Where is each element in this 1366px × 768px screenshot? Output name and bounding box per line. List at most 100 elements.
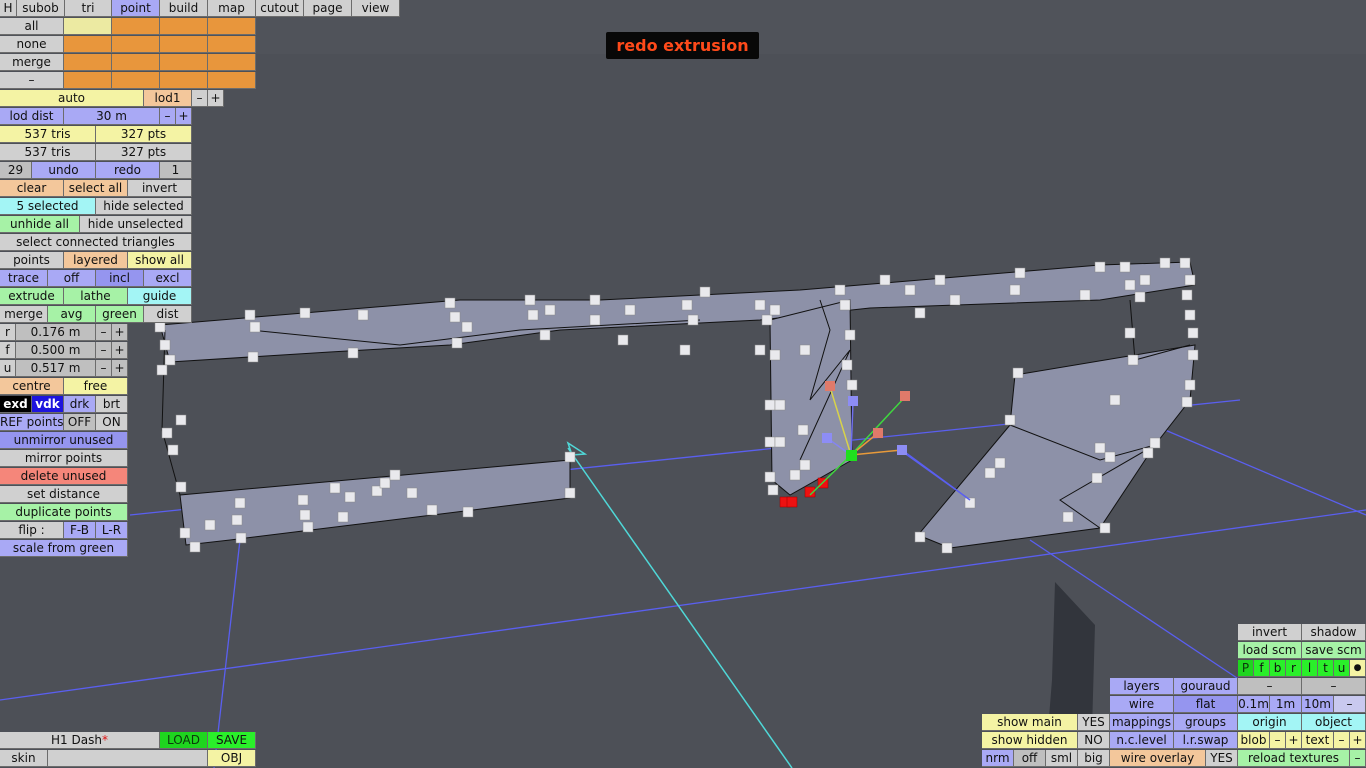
mode-drk-button[interactable]: drk (64, 396, 96, 413)
obj-button[interactable]: OBJ (208, 750, 256, 767)
view-b-button[interactable]: b (1270, 660, 1286, 677)
layer-cell[interactable] (208, 72, 256, 89)
layer-cell[interactable] (160, 18, 208, 35)
view-u-button[interactable]: u (1334, 660, 1350, 677)
lod-level[interactable]: lod1 (144, 90, 192, 107)
delete-unused-button[interactable]: delete unused (0, 468, 128, 485)
layer-cell[interactable] (160, 54, 208, 71)
wire-overlay-button[interactable]: wire overlay (1110, 750, 1206, 767)
trace-off-button[interactable]: off (48, 270, 96, 287)
load-button[interactable]: LOAD (160, 732, 208, 749)
nrm-button[interactable]: nrm (982, 750, 1014, 767)
invert-view-button[interactable]: invert (1238, 624, 1302, 641)
layers-button[interactable]: layers (1110, 678, 1174, 695)
layer-cell[interactable] (112, 18, 160, 35)
tab-tri[interactable]: tri (65, 0, 112, 17)
layer-cell[interactable] (64, 36, 112, 53)
select-all-row[interactable]: all (0, 18, 64, 35)
param-r-value[interactable]: 0.176 m (16, 324, 96, 341)
flip-fb-button[interactable]: F-B (64, 522, 96, 539)
tab-h[interactable]: H (0, 0, 17, 17)
unhide-all-button[interactable]: unhide all (0, 216, 80, 233)
mode-brt-button[interactable]: brt (96, 396, 128, 413)
text-minus-button[interactable]: – (1334, 732, 1350, 749)
show-all-button[interactable]: show all (128, 252, 192, 269)
blob-button[interactable]: blob (1238, 732, 1270, 749)
tab-page[interactable]: page (304, 0, 352, 17)
merge-green-button[interactable]: green (96, 306, 144, 323)
param-f-plus-button[interactable]: + (112, 342, 128, 359)
param-f-value[interactable]: 0.500 m (16, 342, 96, 359)
guide-button[interactable]: guide (128, 288, 192, 305)
layer-cell[interactable] (160, 36, 208, 53)
view-t-button[interactable]: t (1318, 660, 1334, 677)
mappings-button[interactable]: mappings (1110, 714, 1174, 731)
save-scm-button[interactable]: save scm (1302, 642, 1366, 659)
layered-button[interactable]: layered (64, 252, 128, 269)
scale-from-green-button[interactable]: scale from green (0, 540, 128, 557)
free-button[interactable]: free (64, 378, 128, 395)
merge-dist-button[interactable]: dist (144, 306, 192, 323)
tab-view[interactable]: view (352, 0, 400, 17)
wire-button[interactable]: wire (1110, 696, 1174, 713)
duplicate-points-button[interactable]: duplicate points (0, 504, 128, 521)
param-r-plus-button[interactable]: + (112, 324, 128, 341)
tab-cutout[interactable]: cutout (256, 0, 304, 17)
reload-textures-button[interactable]: reload textures (1238, 750, 1350, 767)
show-hidden-button[interactable]: show hidden (982, 732, 1078, 749)
tab-map[interactable]: map (208, 0, 256, 17)
select-merge-row[interactable]: merge (0, 54, 64, 71)
unmirror-unused-button[interactable]: unmirror unused (0, 432, 128, 449)
ref-on-button[interactable]: ON (96, 414, 128, 431)
object-button[interactable]: object (1302, 714, 1366, 731)
view-l-button[interactable]: l (1302, 660, 1318, 677)
view-p-button[interactable]: P (1238, 660, 1254, 677)
grid-1m-button[interactable]: 1m (1270, 696, 1302, 713)
layer-cell[interactable] (64, 18, 112, 35)
layer-cell[interactable] (208, 18, 256, 35)
trace-excl-button[interactable]: excl (144, 270, 192, 287)
layer-cell[interactable] (112, 36, 160, 53)
mode-vdk-button[interactable]: vdk (32, 396, 64, 413)
param-u-plus-button[interactable]: + (112, 360, 128, 377)
layer-cell[interactable] (208, 36, 256, 53)
text-plus-button[interactable]: + (1350, 732, 1366, 749)
origin-button[interactable]: origin (1238, 714, 1302, 731)
show-hidden-value[interactable]: NO (1078, 732, 1110, 749)
tab-build[interactable]: build (160, 0, 208, 17)
off-button[interactable]: off (1014, 750, 1046, 767)
lod-dist-minus-button[interactable]: – (160, 108, 176, 125)
layer-cell[interactable] (64, 72, 112, 89)
view-f-button[interactable]: f (1254, 660, 1270, 677)
sml-button[interactable]: sml (1046, 750, 1078, 767)
merge-button[interactable]: merge (0, 306, 48, 323)
dash-button-2[interactable]: – (1302, 678, 1366, 695)
lod-plus-button[interactable]: + (208, 90, 224, 107)
text-button[interactable]: text (1302, 732, 1334, 749)
reload-minus-button[interactable]: – (1350, 750, 1366, 767)
lod-dist-plus-button[interactable]: + (176, 108, 192, 125)
blob-plus-button[interactable]: + (1286, 732, 1302, 749)
merge-avg-button[interactable]: avg (48, 306, 96, 323)
clear-button[interactable]: clear (0, 180, 64, 197)
groups-button[interactable]: groups (1174, 714, 1238, 731)
big-button[interactable]: big (1078, 750, 1110, 767)
layer-cell[interactable] (112, 72, 160, 89)
dash-button-1[interactable]: – (1238, 678, 1302, 695)
layer-cell[interactable] (112, 54, 160, 71)
view-r-button[interactable]: r (1286, 660, 1302, 677)
redo-button[interactable]: redo (96, 162, 160, 179)
nc-level-button[interactable]: n.c.level (1110, 732, 1174, 749)
ref-off-button[interactable]: OFF (64, 414, 96, 431)
wire-overlay-value[interactable]: YES (1206, 750, 1238, 767)
lod-minus-button[interactable]: – (192, 90, 208, 107)
select-none-row[interactable]: none (0, 36, 64, 53)
select-dash-row[interactable]: – (0, 72, 64, 89)
flat-button[interactable]: flat (1174, 696, 1238, 713)
param-u-value[interactable]: 0.517 m (16, 360, 96, 377)
mirror-points-button[interactable]: mirror points (0, 450, 128, 467)
grid-minus-button[interactable]: – (1334, 696, 1366, 713)
centre-button[interactable]: centre (0, 378, 64, 395)
load-scm-button[interactable]: load scm (1238, 642, 1302, 659)
tab-subob[interactable]: subob (17, 0, 65, 17)
